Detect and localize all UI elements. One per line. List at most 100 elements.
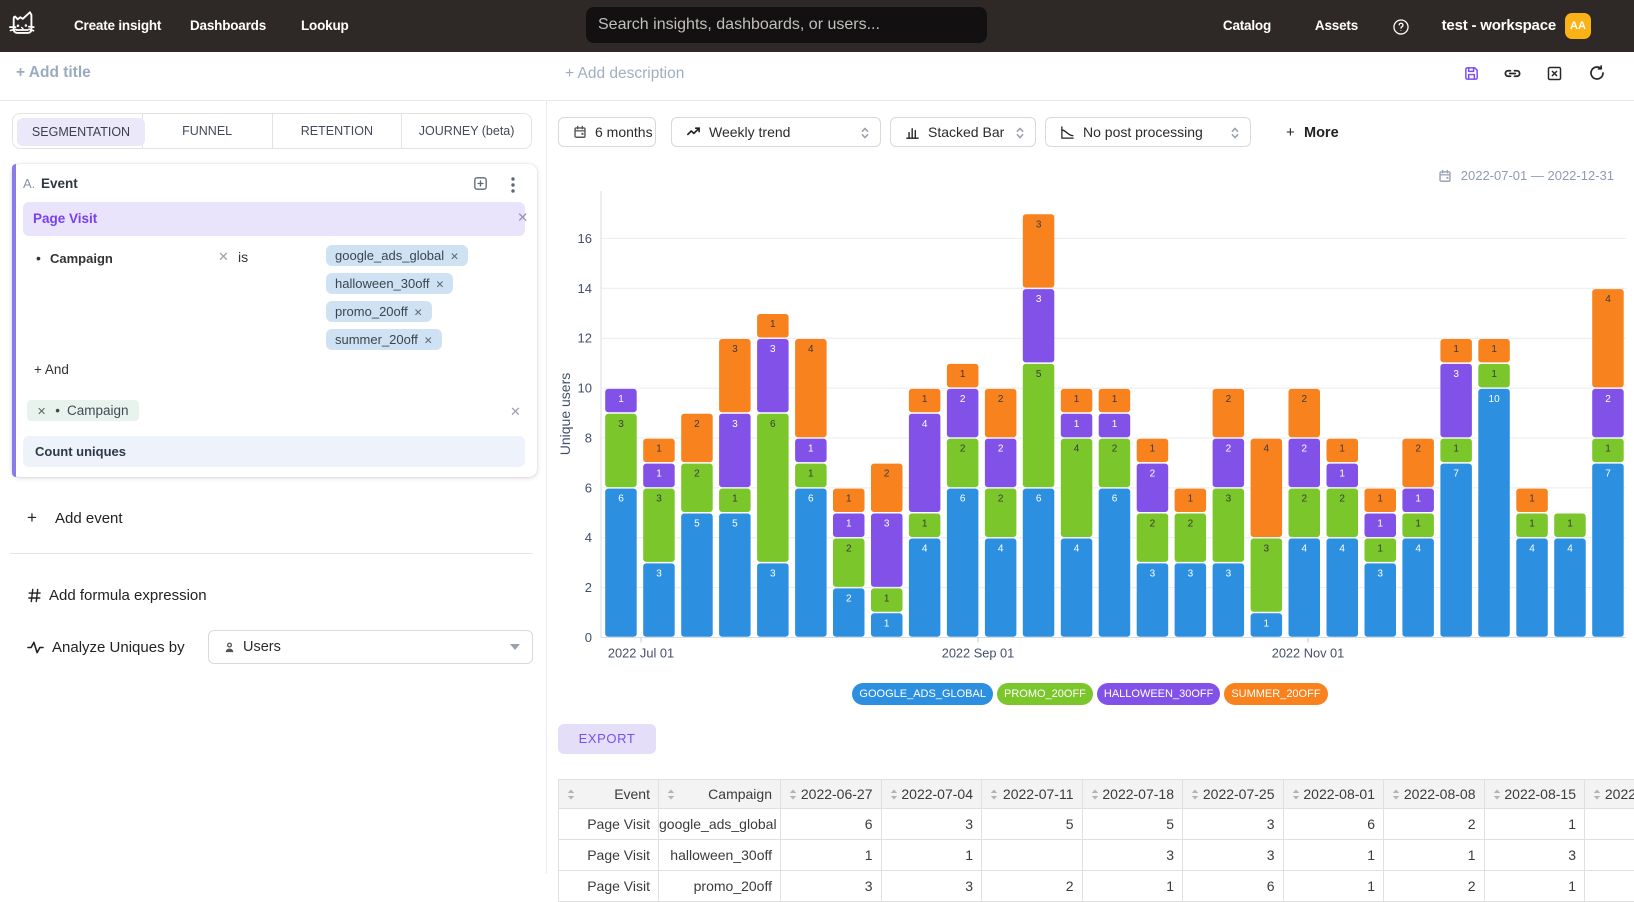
svg-text:10: 10	[1489, 394, 1501, 405]
svg-text:1: 1	[808, 469, 814, 480]
svg-text:2: 2	[1150, 469, 1156, 480]
svg-text:6: 6	[960, 494, 966, 505]
svg-text:2: 2	[1188, 519, 1194, 530]
svg-text:1: 1	[1264, 618, 1270, 629]
svg-text:1: 1	[1453, 444, 1459, 455]
svg-text:1: 1	[846, 519, 852, 530]
svg-text:1: 1	[618, 394, 624, 405]
svg-text:1: 1	[1415, 519, 1421, 530]
svg-text:1: 1	[1377, 519, 1383, 530]
svg-text:3: 3	[1036, 219, 1042, 230]
svg-text:4: 4	[1302, 543, 1308, 554]
svg-text:2: 2	[1302, 394, 1308, 405]
svg-text:1: 1	[960, 369, 966, 380]
svg-text:2: 2	[1302, 444, 1308, 455]
svg-text:7: 7	[1605, 469, 1611, 480]
svg-text:1: 1	[1491, 344, 1497, 355]
svg-text:2: 2	[1339, 494, 1345, 505]
svg-text:3: 3	[770, 568, 776, 579]
svg-text:4: 4	[1264, 444, 1270, 455]
svg-text:1: 1	[1415, 494, 1421, 505]
svg-text:7: 7	[1453, 469, 1459, 480]
svg-text:3: 3	[732, 419, 738, 430]
svg-text:4: 4	[1529, 543, 1535, 554]
svg-text:1: 1	[1453, 344, 1459, 355]
svg-text:2: 2	[960, 444, 966, 455]
svg-text:1: 1	[1188, 494, 1194, 505]
svg-text:6: 6	[585, 480, 592, 495]
svg-text:3: 3	[1377, 568, 1383, 579]
svg-text:1: 1	[1112, 419, 1118, 430]
svg-text:1: 1	[884, 618, 890, 629]
svg-text:4: 4	[1605, 294, 1611, 305]
svg-text:1: 1	[770, 319, 776, 330]
svg-text:2022 Sep 01: 2022 Sep 01	[942, 646, 1015, 661]
svg-text:12: 12	[578, 331, 592, 346]
svg-text:2: 2	[694, 469, 700, 480]
svg-text:3: 3	[1226, 568, 1232, 579]
svg-text:1: 1	[1605, 444, 1611, 455]
svg-text:14: 14	[578, 281, 592, 296]
svg-text:1: 1	[1074, 394, 1080, 405]
svg-text:1: 1	[808, 444, 814, 455]
svg-text:1: 1	[1377, 543, 1383, 554]
svg-text:2: 2	[998, 394, 1004, 405]
svg-text:1: 1	[922, 394, 928, 405]
svg-text:2: 2	[846, 593, 852, 604]
svg-text:1: 1	[922, 519, 928, 530]
svg-text:6: 6	[770, 419, 776, 430]
svg-text:4: 4	[998, 543, 1004, 554]
svg-text:1: 1	[846, 494, 852, 505]
svg-text:1: 1	[1491, 369, 1497, 380]
svg-text:2: 2	[585, 580, 592, 595]
svg-text:6: 6	[618, 494, 624, 505]
svg-text:3: 3	[656, 494, 662, 505]
svg-text:2: 2	[1226, 444, 1232, 455]
svg-text:4: 4	[808, 344, 814, 355]
svg-text:2: 2	[1226, 394, 1232, 405]
svg-text:8: 8	[585, 431, 592, 446]
svg-text:2022 Jul 01: 2022 Jul 01	[608, 646, 674, 661]
svg-text:2022 Nov 01: 2022 Nov 01	[1272, 646, 1345, 661]
svg-text:5: 5	[694, 519, 700, 530]
svg-text:3: 3	[1226, 494, 1232, 505]
svg-text:10: 10	[578, 381, 592, 396]
svg-text:4: 4	[922, 543, 928, 554]
svg-text:1: 1	[1339, 444, 1345, 455]
svg-text:2: 2	[694, 419, 700, 430]
svg-text:1: 1	[1112, 394, 1118, 405]
svg-text:0: 0	[585, 630, 592, 645]
svg-text:2: 2	[1415, 444, 1421, 455]
svg-text:1: 1	[1150, 444, 1156, 455]
svg-text:1: 1	[1377, 494, 1383, 505]
svg-text:Unique users: Unique users	[557, 373, 573, 456]
svg-text:1: 1	[656, 444, 662, 455]
svg-text:3: 3	[884, 519, 890, 530]
svg-text:2: 2	[1605, 394, 1611, 405]
svg-text:2: 2	[846, 543, 852, 554]
svg-text:1: 1	[732, 494, 738, 505]
svg-text:1: 1	[1339, 469, 1345, 480]
svg-text:6: 6	[808, 494, 814, 505]
svg-text:6: 6	[1036, 494, 1042, 505]
svg-text:1: 1	[1567, 519, 1573, 530]
svg-text:3: 3	[1150, 568, 1156, 579]
svg-text:3: 3	[1264, 543, 1270, 554]
svg-text:2: 2	[884, 469, 890, 480]
svg-text:3: 3	[618, 419, 624, 430]
svg-text:4: 4	[1415, 543, 1421, 554]
svg-text:2: 2	[998, 444, 1004, 455]
svg-text:1: 1	[1074, 419, 1080, 430]
svg-text:1: 1	[884, 593, 890, 604]
svg-text:2: 2	[1150, 519, 1156, 530]
svg-text:2: 2	[960, 394, 966, 405]
svg-text:3: 3	[656, 568, 662, 579]
svg-text:5: 5	[732, 519, 738, 530]
svg-text:5: 5	[1036, 369, 1042, 380]
svg-text:3: 3	[1188, 568, 1194, 579]
svg-text:3: 3	[1453, 369, 1459, 380]
svg-text:1: 1	[1529, 519, 1535, 530]
svg-text:4: 4	[585, 530, 592, 545]
svg-text:4: 4	[1567, 543, 1573, 554]
svg-text:6: 6	[1112, 494, 1118, 505]
